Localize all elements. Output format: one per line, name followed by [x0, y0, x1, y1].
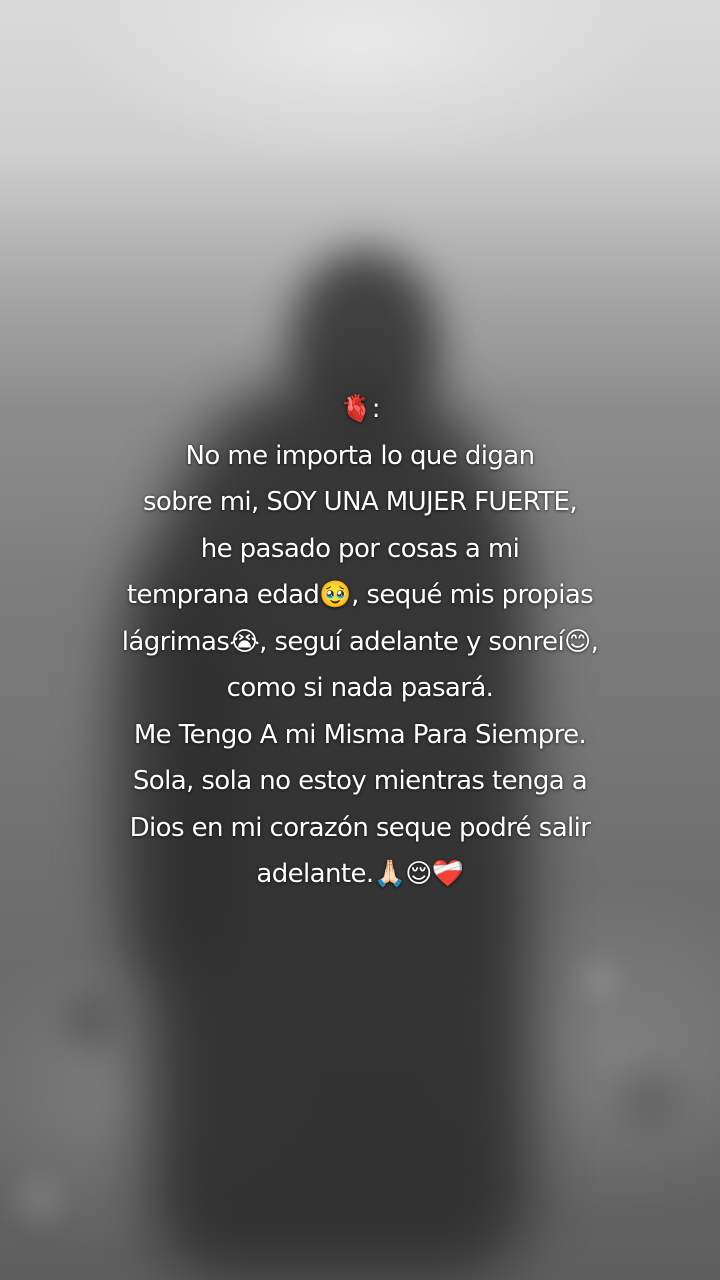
- caption-line: como si nada pasará.: [226, 673, 494, 703]
- caption-text: 🫀: No me importa lo que digan sobre mi, …: [40, 386, 680, 898]
- caption-line: he pasado por cosas a mi: [200, 533, 520, 564]
- caption-line: adelante.🙏🏻😌❤️‍🩹: [256, 859, 464, 889]
- caption-line: sobre mi, SOY UNA MUJER FUERTE,: [142, 487, 578, 517]
- caption-line: temprana edad🥹, sequé mis propias: [126, 580, 594, 610]
- caption-line: No me importa lo que digan: [185, 440, 536, 471]
- caption-line: 🫀:: [340, 394, 381, 424]
- caption-line: Dios en mi corazón seque podré salir: [129, 812, 591, 843]
- caption-line: Me Tengo A mi Misma Para Siempre.: [133, 719, 587, 750]
- background-photo: 🫀: No me importa lo que digan sobre mi, …: [0, 0, 720, 1280]
- caption-line: lágrimas😭, seguí adelante y sonreí😊,: [121, 626, 599, 657]
- caption-line: Sola, sola no estoy mientras tenga a: [132, 766, 588, 796]
